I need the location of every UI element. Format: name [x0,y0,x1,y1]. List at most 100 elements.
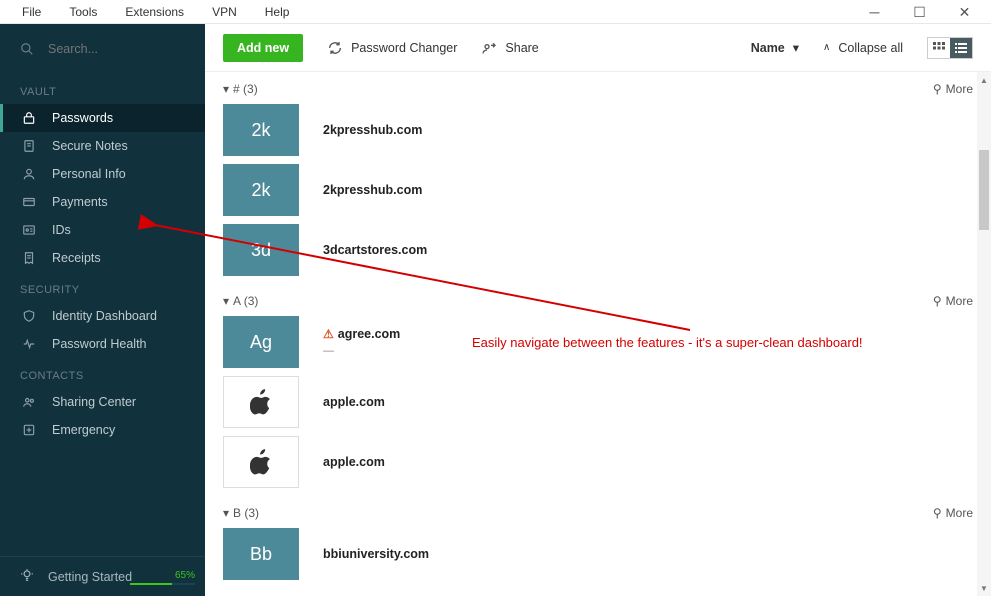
sidebar-item-label: Identity Dashboard [52,309,157,323]
sidebar-item-personal-info[interactable]: Personal Info [0,160,205,188]
search-icon [20,42,34,56]
sidebar-item-passwords[interactable]: Passwords [0,104,205,132]
entry-title: bbiuniversity.com [323,547,429,561]
grid-view-icon[interactable] [928,38,950,58]
entry-subtitle: — [323,345,400,357]
sidebar-item-identity-dashboard[interactable]: Identity Dashboard [0,302,205,330]
sidebar-item-ids[interactable]: IDs [0,216,205,244]
entry-title: agree.com [338,327,401,341]
scrollbar[interactable]: ▲ ▼ [977,72,991,596]
sidebar-item-label: Emergency [52,423,115,437]
lock-icon [20,111,38,125]
sort-label: Name [751,41,785,55]
entry-title: apple.com [323,455,385,469]
person-icon [20,167,38,181]
password-changer-button[interactable]: Password Changer [327,40,457,56]
receipt-icon [20,251,38,265]
share-label: Share [505,41,538,55]
entries-list: ▾ # (3) ⚲More 2k 2kpresshub.com 2k 2kpres… [205,72,991,596]
list-item[interactable]: apple.com [223,436,973,488]
menu-help[interactable]: Help [251,5,304,19]
list-item[interactable]: 3d 3dcartstores.com [223,224,973,276]
sidebar-item-label: Sharing Center [52,395,136,409]
filter-icon: ⚲ [933,82,942,96]
entry-title: 2kpresshub.com [323,183,422,197]
sidebar-item-label: IDs [52,223,71,237]
sidebar-item-secure-notes[interactable]: Secure Notes [0,132,205,160]
scroll-thumb[interactable] [979,150,989,230]
section-title-security: SECURITY [0,272,205,302]
caret-down-icon: ▾ [223,82,229,96]
entry-tile [223,436,299,488]
progress-percent: 65% [175,570,195,581]
search-input[interactable] [48,42,168,56]
sidebar-item-sharing-center[interactable]: Sharing Center [0,388,205,416]
group-title: A (3) [233,294,258,308]
plus-icon [20,423,38,437]
entry-title: apple.com [323,395,385,409]
menu-tools[interactable]: Tools [55,5,111,19]
group-more[interactable]: ⚲More [933,82,973,96]
section-title-vault: VAULT [0,74,205,104]
shield-icon [20,309,38,323]
scroll-up-icon[interactable]: ▲ [977,72,991,88]
getting-started[interactable]: Getting Started 65% [0,556,205,596]
add-new-button[interactable]: Add new [223,34,303,62]
group-more[interactable]: ⚲More [933,294,973,308]
group-more[interactable]: ⚲More [933,506,973,520]
apple-logo-icon [250,449,272,475]
sidebar-item-label: Personal Info [52,167,126,181]
search-box[interactable] [0,24,205,74]
group-title: # (3) [233,82,258,96]
card-icon [20,195,38,209]
group-header[interactable]: ▾A (3) ⚲More [223,284,973,316]
bulb-icon [20,568,34,585]
sidebar-item-password-health[interactable]: Password Health [0,330,205,358]
view-toggle[interactable] [927,37,973,59]
sidebar-item-payments[interactable]: Payments [0,188,205,216]
collapse-all-button[interactable]: ∧ Collapse all [823,41,903,55]
menu-extensions[interactable]: Extensions [111,5,198,19]
toolbar: Add new Password Changer Share Name ▾ ∧ … [205,24,991,72]
sidebar-item-emergency[interactable]: Emergency [0,416,205,444]
entry-tile: Ag [223,316,299,368]
entry-title: 3dcartstores.com [323,243,427,257]
progress-fill [130,583,172,585]
section-title-contacts: CONTACTS [0,358,205,388]
group-header[interactable]: ▾ # (3) ⚲More [223,72,973,104]
entry-title: 2kpresshub.com [323,123,422,137]
sidebar-item-label: Password Health [52,337,147,351]
people-icon [20,395,38,409]
filter-icon: ⚲ [933,506,942,520]
menu-file[interactable]: File [8,5,55,19]
menubar: File Tools Extensions VPN Help ─ ☐ ✕ [0,0,991,24]
group-title: B (3) [233,506,259,520]
sort-dropdown[interactable]: Name ▾ [751,40,799,55]
share-icon [481,40,497,56]
scroll-down-icon[interactable]: ▼ [977,580,991,596]
window-minimize-button[interactable]: ─ [852,0,897,24]
note-icon [20,139,38,153]
sidebar-item-receipts[interactable]: Receipts [0,244,205,272]
cycle-icon [327,40,343,56]
list-item[interactable]: 2k 2kpresshub.com [223,104,973,156]
window-maximize-button[interactable]: ☐ [897,0,942,24]
content: Add new Password Changer Share Name ▾ ∧ … [205,24,991,596]
entry-tile: 2k [223,164,299,216]
list-item[interactable]: 2k 2kpresshub.com [223,164,973,216]
share-button[interactable]: Share [481,40,538,56]
id-icon [20,223,38,237]
menu-vpn[interactable]: VPN [198,5,251,19]
collapse-label: Collapse all [838,41,903,55]
pulse-icon [20,337,38,351]
sidebar: VAULT Passwords Secure Notes Personal In… [0,24,205,596]
filter-icon: ⚲ [933,294,942,308]
password-changer-label: Password Changer [351,41,457,55]
group-header[interactable]: ▾B (3) ⚲More [223,496,973,528]
list-item[interactable]: Ag ⚠agree.com — [223,316,973,368]
list-view-icon[interactable] [950,38,972,58]
list-item[interactable]: Bb bbiuniversity.com [223,528,973,580]
list-item[interactable]: apple.com [223,376,973,428]
window-close-button[interactable]: ✕ [942,0,987,24]
sidebar-item-label: Receipts [52,251,101,265]
